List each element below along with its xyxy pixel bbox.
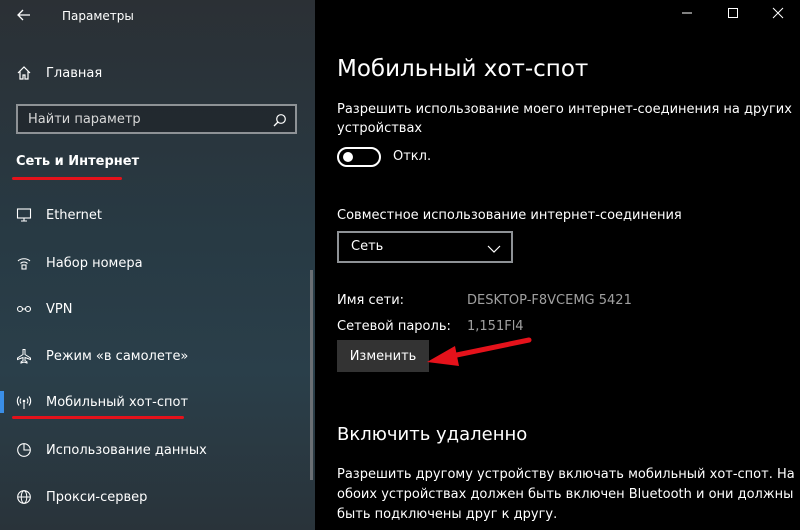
close-icon[interactable] (768, 6, 788, 26)
change-button[interactable]: Изменить (337, 340, 429, 372)
sidebar-item-label: Ethernet (46, 207, 102, 223)
chevron-down-icon (487, 241, 501, 255)
page-title: Мобильный хот-спот (337, 56, 589, 82)
search-box[interactable] (16, 104, 297, 134)
globe-icon (16, 489, 32, 505)
search-input[interactable] (28, 110, 268, 128)
maximize-icon[interactable] (723, 6, 743, 26)
red-annotation-arrow (427, 337, 532, 366)
remote-description-line3: быть подключены друг к другу. (337, 507, 558, 522)
back-arrow-icon[interactable] (16, 7, 36, 27)
red-annotation-underline (12, 177, 122, 180)
sidebar-scrollbar[interactable] (310, 270, 313, 480)
sidebar-item-vpn[interactable]: VPN (16, 298, 72, 320)
network-name-value: DESKTOP-F8VCEMG 5421 (467, 293, 632, 308)
toggle-state-label: Откл. (393, 149, 432, 164)
vpn-icon (16, 301, 32, 317)
ethernet-icon (16, 207, 32, 223)
sharing-connection-select[interactable]: Сеть (337, 231, 513, 263)
sidebar-item-label: Набор номера (46, 255, 143, 271)
main-panel: Мобильный хот-спот Разрешить использован… (315, 0, 800, 530)
section-title: Сеть и Интернет (16, 154, 140, 169)
hotspot-toggle[interactable] (337, 147, 381, 167)
remote-description-line2: обоих устройствах должен быть включен Bl… (337, 487, 794, 502)
remote-description-line1: Разрешить другому устройству включать мо… (337, 467, 795, 482)
remote-heading: Включить удаленно (337, 424, 528, 445)
sidebar-item-label: Главная (46, 65, 103, 81)
sharing-label: Совместное использование интернет-соедин… (337, 208, 682, 223)
sidebar-item-label: VPN (46, 301, 73, 317)
sidebar-item-home[interactable]: Главная (16, 62, 102, 84)
sidebar-item-label: Прокси-сервер (46, 489, 148, 505)
red-annotation-underline (12, 416, 184, 419)
network-name-key: Имя сети: (337, 293, 405, 308)
minimize-icon[interactable] (677, 6, 697, 26)
sidebar-item-hotspot[interactable]: Мобильный хот-спот (16, 391, 188, 413)
dialup-icon (16, 255, 32, 271)
select-value: Сеть (351, 239, 384, 254)
sidebar: Параметры Главная Сеть и Интернет Ethern… (0, 0, 315, 530)
sidebar-item-data-usage[interactable]: Использование данных (16, 439, 207, 461)
share-description-line2: устройствах (337, 121, 423, 136)
hotspot-icon (16, 394, 32, 410)
airplane-icon (16, 348, 32, 364)
sidebar-item-label: Режим «в самолете» (46, 348, 189, 364)
sidebar-item-ethernet[interactable]: Ethernet (16, 204, 102, 226)
data-usage-icon (16, 442, 32, 458)
app-title: Параметры (62, 9, 134, 23)
titlebar-left: Параметры (0, 0, 315, 34)
sidebar-item-label: Мобильный хот-спот (46, 394, 189, 410)
search-icon[interactable] (273, 112, 287, 127)
sidebar-item-dialup[interactable]: Набор номера (16, 252, 143, 274)
toggle-knob (343, 152, 353, 162)
sidebar-item-airplane[interactable]: Режим «в самолете» (16, 345, 188, 367)
active-indicator (0, 391, 4, 413)
home-icon (16, 65, 32, 81)
sidebar-item-proxy[interactable]: Прокси-сервер (16, 486, 147, 508)
share-description-line1: Разрешить использование моего интернет-с… (337, 102, 792, 117)
sidebar-item-label: Использование данных (46, 442, 207, 458)
